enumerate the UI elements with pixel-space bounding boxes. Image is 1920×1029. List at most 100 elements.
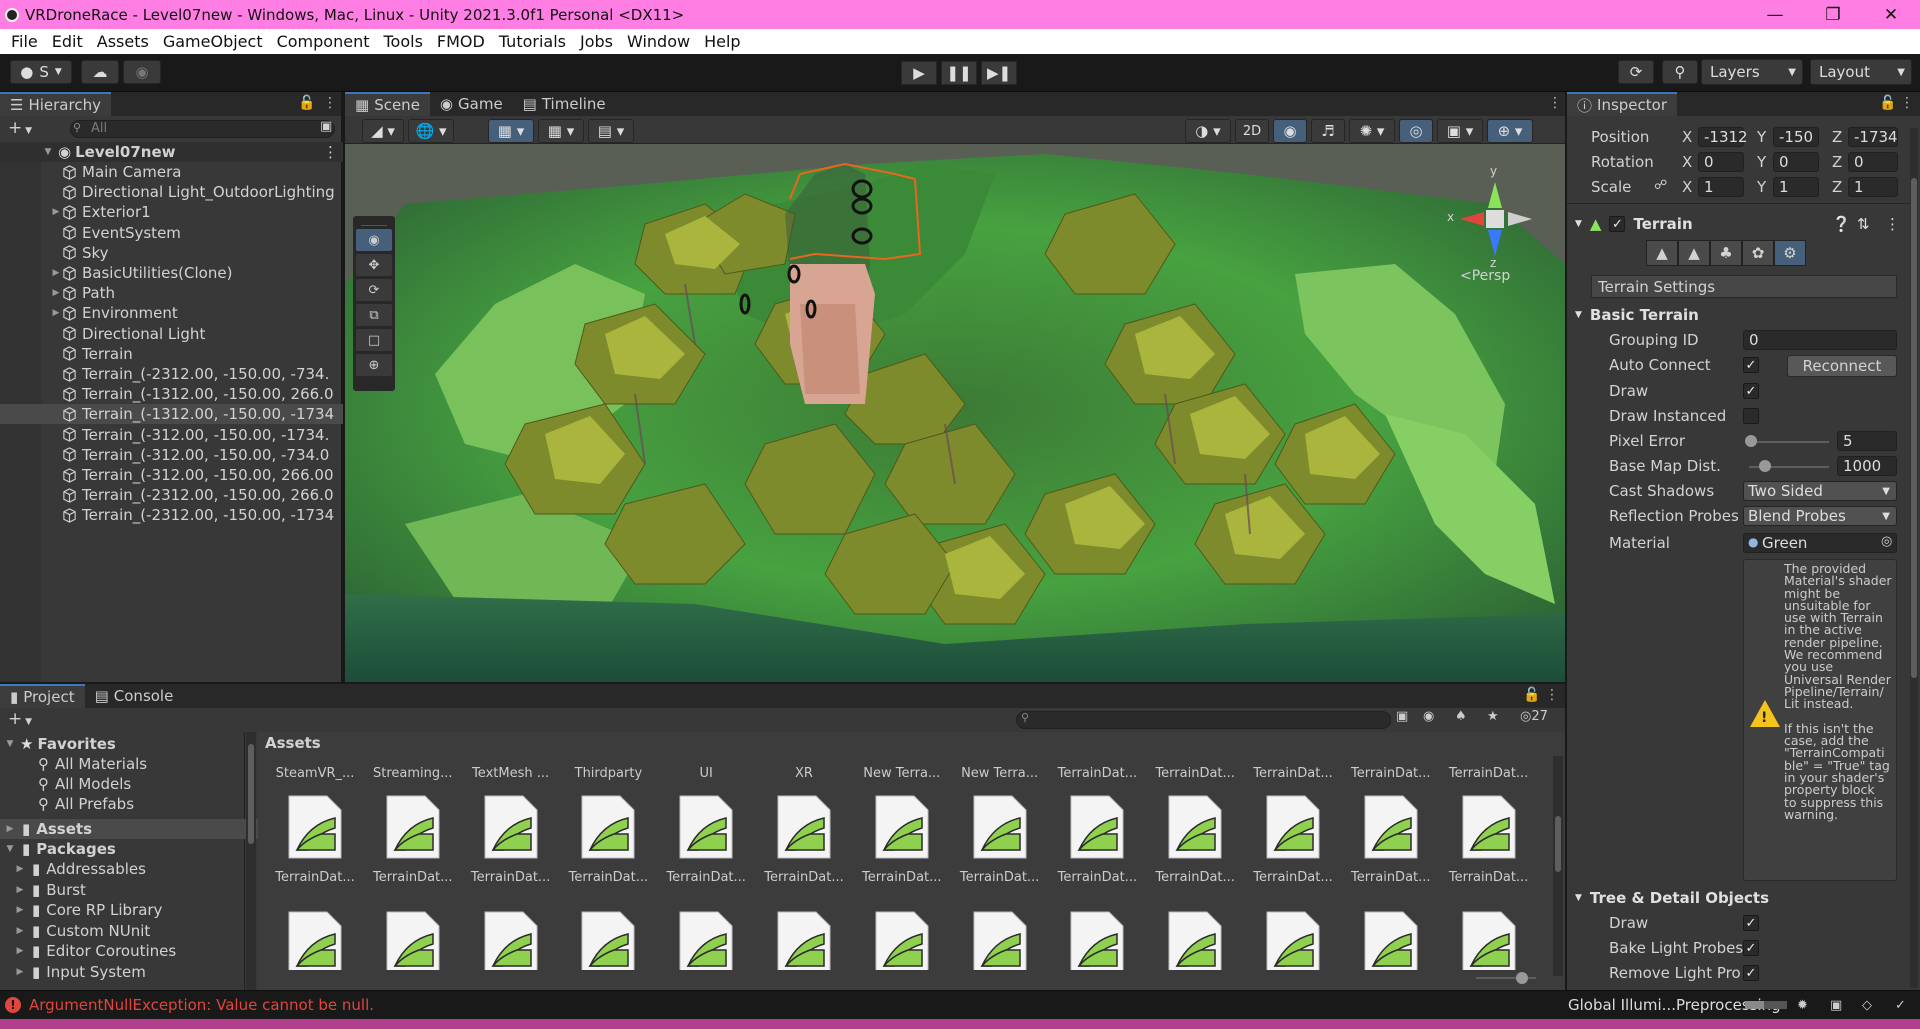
cast-shadows-dropdown[interactable]: Two Sided ▼ <box>1743 481 1897 501</box>
audio-toggle-button[interactable]: ♬ <box>1311 119 1345 143</box>
tab-hierarchy[interactable]: ☰ Hierarchy <box>0 92 111 116</box>
draw-checkbox[interactable]: ✓ <box>1743 383 1759 399</box>
lock-icon[interactable]: 🔓 <box>1523 687 1540 703</box>
asset-item[interactable] <box>955 910 1045 970</box>
hierarchy-item[interactable]: Directional Light_OutdoorLighting <box>0 182 343 202</box>
minimize-icon[interactable]: — <box>1746 0 1804 29</box>
asset-item[interactable]: TextMesh ... <box>466 756 556 781</box>
hierarchy-item[interactable]: ▶ Environment <box>0 303 343 323</box>
menu-help[interactable]: Help <box>697 32 747 51</box>
drag-handle[interactable] <box>361 216 387 226</box>
rotation-x-field[interactable]: 0 <box>1698 152 1744 172</box>
help-icon[interactable]: ❔ <box>1832 215 1851 233</box>
fold-arrow-icon[interactable]: ▶ <box>14 946 26 956</box>
menu-assets[interactable]: Assets <box>90 32 156 51</box>
tab-timeline[interactable]: ▤ Timeline <box>513 92 616 116</box>
hierarchy-item[interactable]: Terrain_(-312.00, -150.00, 266.00 <box>0 465 343 485</box>
hierarchy-search-input[interactable]: All <box>70 120 335 138</box>
asset-item[interactable]: TerrainDat... <box>1150 756 1240 781</box>
menu-window[interactable]: Window <box>620 32 697 51</box>
tab-project[interactable]: ▮ Project <box>0 684 85 708</box>
tree-draw-checkbox[interactable]: ✓ <box>1743 915 1759 931</box>
material-field[interactable]: Green <box>1743 533 1897 553</box>
hierarchy-item[interactable]: Terrain_(-1312.00, -150.00, 266.0 <box>0 384 343 404</box>
pixel-error-slider[interactable] <box>1749 441 1829 443</box>
asset-item[interactable] <box>1444 910 1534 970</box>
asset-item[interactable] <box>270 910 360 970</box>
menu-jobs[interactable]: Jobs <box>573 32 620 51</box>
scene-visibility-button[interactable]: ◎ <box>1399 119 1433 143</box>
ruler-button[interactable]: ▤ ▾ <box>588 119 634 143</box>
asset-item[interactable] <box>368 910 458 970</box>
kebab-menu-icon[interactable]: ⋮ <box>1548 95 1562 111</box>
scene-viewport[interactable] <box>345 144 1565 682</box>
2d-toggle-button[interactable]: 2D <box>1235 119 1269 143</box>
position-z-field[interactable]: -1734 <box>1848 127 1898 147</box>
asset-item[interactable]: TerrainDat... <box>1346 794 1436 885</box>
asset-item[interactable]: New Terra... <box>955 756 1045 781</box>
asset-item[interactable] <box>661 910 751 970</box>
hierarchy-item[interactable]: ▶ Exterior1 <box>0 202 343 222</box>
terrain-settings-tool-button[interactable]: ⚙ <box>1774 240 1806 266</box>
hierarchy-item[interactable]: Terrain_(-2312.00, -150.00, -1734 <box>0 505 343 525</box>
fold-arrow-icon[interactable]: ▶ <box>50 308 62 318</box>
menu-component[interactable]: Component <box>270 32 377 51</box>
menu-fmod[interactable]: FMOD <box>430 32 492 51</box>
fold-arrow-icon[interactable]: ▼ <box>1575 219 1582 229</box>
asset-item[interactable]: TerrainDat... <box>759 794 849 885</box>
hidden-packages-toggle[interactable]: ◎27 <box>1520 709 1548 724</box>
hierarchy-item[interactable]: Sky <box>0 243 343 263</box>
lighting-toggle-button[interactable]: ◉ <box>1273 119 1307 143</box>
scale-x-field[interactable]: 1 <box>1698 177 1744 197</box>
hierarchy-item[interactable]: Terrain_(-312.00, -150.00, -1734. <box>0 425 343 445</box>
layout-dropdown[interactable]: Layout ▼ <box>1810 59 1912 85</box>
debug-icon[interactable]: ✹ <box>1797 998 1808 1013</box>
assets-scrollbar[interactable] <box>1553 756 1563 976</box>
fold-arrow-icon[interactable]: ▶ <box>50 268 62 278</box>
asset-item[interactable]: TerrainDat... <box>368 794 458 885</box>
hierarchy-item[interactable]: Main Camera <box>0 162 343 182</box>
fold-arrow-icon[interactable]: ▶ <box>14 885 26 895</box>
asset-item[interactable]: SteamVR_... <box>270 756 360 781</box>
camera-button[interactable]: ▣ ▾ <box>1437 119 1483 143</box>
asset-item[interactable]: XR <box>759 756 849 781</box>
move-tool-button[interactable]: ✥ <box>356 254 392 276</box>
hierarchy-item[interactable]: Directional Light <box>0 324 343 344</box>
rotation-y-field[interactable]: 0 <box>1773 152 1819 172</box>
lock-icon[interactable]: 🔓 <box>298 95 315 111</box>
kebab-menu-icon[interactable]: ⋮ <box>1900 95 1914 111</box>
pixel-error-field[interactable]: 5 <box>1837 431 1897 451</box>
asset-item[interactable] <box>857 910 947 970</box>
base-map-slider-knob[interactable] <box>1759 460 1771 472</box>
check-icon[interactable]: ✓ <box>1895 998 1906 1013</box>
asset-item[interactable] <box>563 910 653 970</box>
persp-label[interactable]: <Persp <box>1460 268 1510 284</box>
asset-item[interactable]: TerrainDat... <box>1248 794 1338 885</box>
asset-item[interactable]: TerrainDat... <box>1150 794 1240 885</box>
paint-terrain-button[interactable]: ▲ <box>1678 240 1710 266</box>
kebab-menu-icon[interactable]: ⋮ <box>1545 687 1559 703</box>
asset-item[interactable]: TerrainDat... <box>1248 756 1338 781</box>
asset-item[interactable]: TerrainDat... <box>563 794 653 885</box>
scene-visibility-icon[interactable]: ▣ <box>320 119 332 134</box>
shading-mode-button[interactable]: ◑ ▾ <box>1185 119 1231 143</box>
paint-details-button[interactable]: ✿ <box>1742 240 1774 266</box>
fold-arrow-icon[interactable]: ▶ <box>14 905 26 915</box>
tab-scene[interactable]: ▦ Scene <box>345 92 430 116</box>
fold-arrow-icon[interactable]: ▼ <box>1575 893 1582 903</box>
asset-item[interactable]: TerrainDat... <box>1444 794 1534 885</box>
gizmos-button[interactable]: ⊕ ▾ <box>1487 119 1533 143</box>
hierarchy-item[interactable]: Terrain_(-2312.00, -150.00, -734. <box>0 364 343 384</box>
hierarchy-item[interactable]: EventSystem <box>0 223 343 243</box>
asset-item[interactable] <box>1346 910 1436 970</box>
reconnect-button[interactable]: Reconnect <box>1787 355 1897 377</box>
paint-trees-button[interactable]: ♣ <box>1710 240 1742 266</box>
layers-dropdown[interactable]: Layers ▼ <box>1701 59 1803 85</box>
auto-connect-checkbox[interactable]: ✓ <box>1743 357 1759 373</box>
filter-type-icon[interactable]: ◉ <box>1423 709 1434 724</box>
menu-tutorials[interactable]: Tutorials <box>492 32 573 51</box>
asset-item[interactable]: TerrainDat... <box>1052 794 1142 885</box>
play-button[interactable]: ▶ <box>901 61 937 85</box>
search-button[interactable]: ⚲ <box>1662 60 1698 84</box>
scale-z-field[interactable]: 1 <box>1848 177 1898 197</box>
